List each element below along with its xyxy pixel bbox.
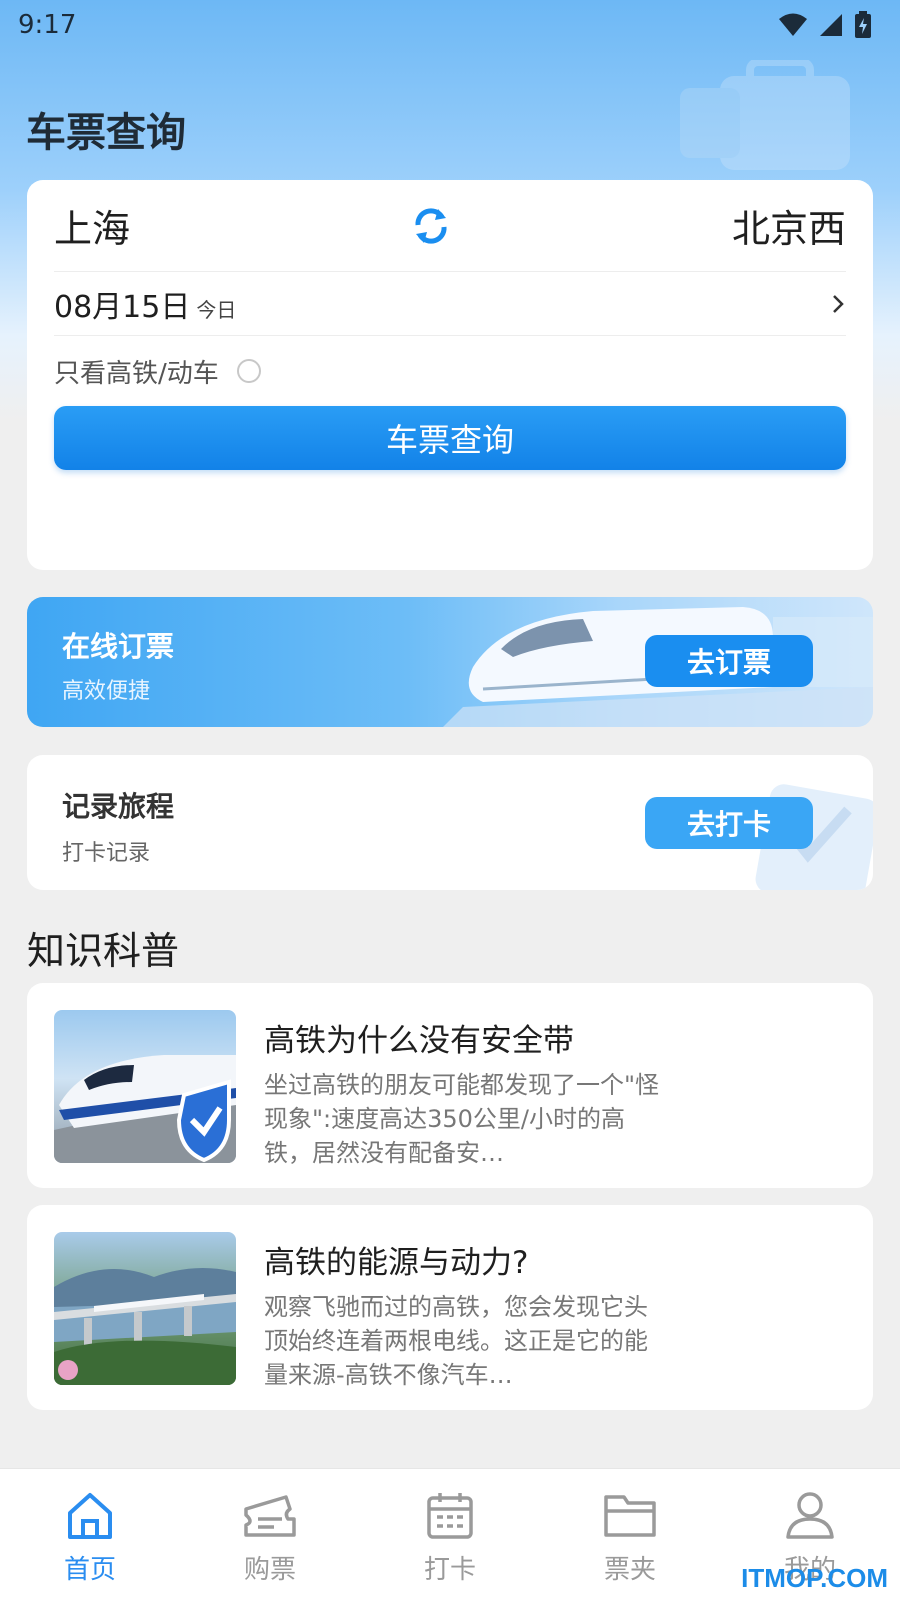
article-thumbnail: [54, 1010, 236, 1163]
article-title: 高铁的能源与动力?: [264, 1245, 529, 1281]
article-card[interactable]: 高铁的能源与动力? 观察飞驰而过的高铁，您会发现它头顶始终连着两根电线。这正是它…: [27, 1205, 873, 1410]
calendar-icon: [427, 1493, 473, 1539]
filter-radio[interactable]: [236, 359, 261, 383]
trip-record-card[interactable]: 记录旅程 打卡记录 去打卡: [27, 755, 873, 890]
battery-icon: [855, 11, 871, 38]
filter-label: 只看高铁/动车: [54, 358, 219, 389]
page-title: 车票查询: [26, 110, 186, 156]
tab-checkin[interactable]: 打卡: [360, 1469, 540, 1600]
trip-subtitle: 打卡记录: [62, 841, 151, 866]
online-booking-card[interactable]: 在线订票 高效便捷 去订票: [27, 597, 873, 727]
tab-label: 首页: [63, 1555, 116, 1585]
go-book-button[interactable]: 去订票: [645, 635, 813, 687]
tab-ticket-folder[interactable]: 票夹: [540, 1469, 720, 1600]
go-checkin-button[interactable]: 去打卡: [645, 797, 813, 849]
booking-title: 在线订票: [62, 630, 175, 663]
date-selector[interactable]: 08月15日 今日: [54, 272, 846, 336]
watermark: ITMOP.COM: [741, 1563, 888, 1593]
route-row: 上海 北京西: [54, 180, 846, 272]
status-icons: [778, 11, 872, 39]
date-display: 08月15日 今日: [54, 282, 236, 326]
chevron-right-icon: [833, 294, 844, 313]
ticket-icon: [244, 1495, 296, 1537]
article-title: 高铁为什么没有安全带: [264, 1023, 574, 1059]
suitcase-decoration-icon: [680, 60, 850, 170]
article-excerpt: 观察飞驰而过的高铁，您会发现它头顶始终连着两根电线。这正是它的能量来源-高铁不像…: [264, 1293, 648, 1389]
ticket-query-card: 上海 北京西 08月15日 今日 只看高铁/动车 车票查询: [27, 180, 873, 570]
tab-label: 购票: [243, 1555, 296, 1585]
article-card[interactable]: 高铁为什么没有安全带 坐过高铁的朋友可能都发现了一个"怪现象":速度高达350公…: [27, 983, 873, 1188]
article-body: 高铁的能源与动力? 观察飞驰而过的高铁，您会发现它头顶始终连着两根电线。这正是它…: [264, 1232, 664, 1389]
arrival-station[interactable]: 北京西: [732, 198, 846, 253]
trip-title: 记录旅程: [62, 790, 175, 823]
knowledge-section-title: 知识科普: [27, 929, 180, 973]
tab-buy-tickets[interactable]: 购票: [180, 1469, 360, 1600]
departure-station[interactable]: 上海: [54, 198, 130, 253]
train-shield-image-icon: [54, 1055, 236, 1163]
date-note: 今日: [196, 297, 237, 322]
tab-label: 票夹: [603, 1555, 656, 1585]
wifi-icon: [779, 13, 807, 36]
article-excerpt: 坐过高铁的朋友可能都发现了一个"怪现象":速度高达350公里/小时的高铁，居然没…: [264, 1071, 660, 1167]
swap-arrows-icon: [415, 207, 447, 244]
status-time: 9:17: [18, 10, 77, 40]
tab-label: 打卡: [423, 1555, 476, 1585]
tab-home[interactable]: 首页: [0, 1469, 180, 1600]
home-icon: [68, 1493, 112, 1539]
cellular-signal-icon: [820, 14, 842, 36]
folder-icon: [604, 1495, 656, 1537]
ticket-query-button[interactable]: 车票查询: [54, 406, 846, 470]
status-bar: 9:17: [0, 0, 900, 50]
article-body: 高铁为什么没有安全带 坐过高铁的朋友可能都发现了一个"怪现象":速度高达350公…: [264, 1010, 664, 1167]
article-thumbnail: [54, 1232, 236, 1385]
booking-subtitle: 高效便捷: [62, 679, 151, 704]
user-icon: [786, 1492, 834, 1539]
train-bridge-image-icon: [54, 1268, 236, 1385]
swap-stations-button[interactable]: [406, 201, 456, 251]
high-speed-filter[interactable]: 只看高铁/动车: [54, 336, 846, 406]
travel-date: 08月15日: [54, 289, 191, 325]
